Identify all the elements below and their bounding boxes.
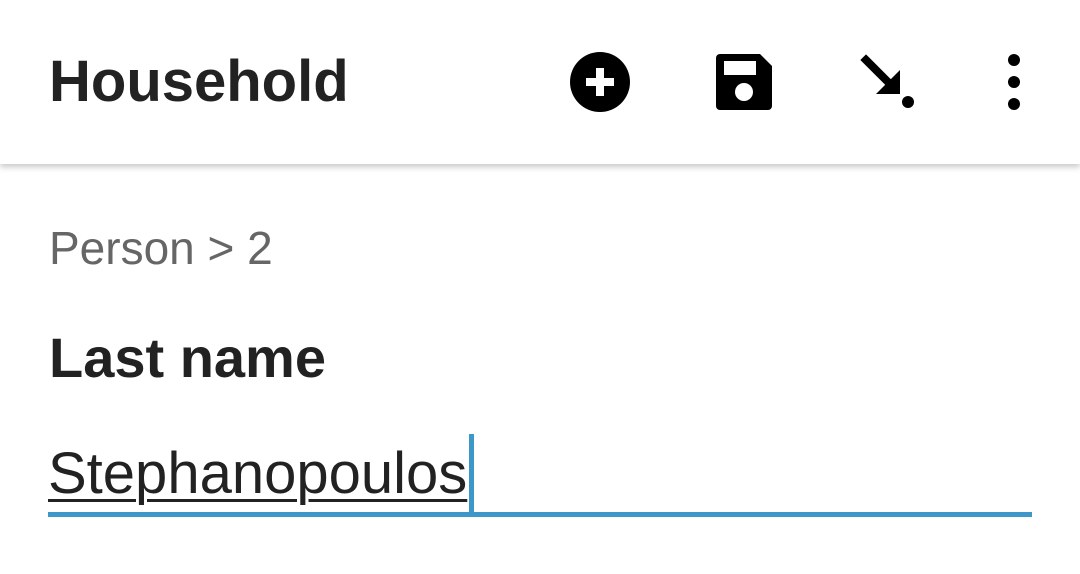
add-button[interactable] — [562, 44, 638, 120]
last-name-field[interactable]: Stephanopoulos — [48, 422, 1032, 518]
app-screen: Household Person > 2 Last name Stephanop… — [0, 0, 1080, 574]
add-circle-icon — [569, 51, 631, 113]
arrow-down-right-dot-icon — [858, 52, 918, 112]
save-button[interactable] — [706, 44, 782, 120]
text-cursor — [469, 434, 475, 514]
form-content: Person > 2 Last name Stephanopoulos — [0, 164, 1080, 574]
toolbar: Household — [0, 0, 1080, 164]
more-vert-icon — [1004, 54, 1024, 110]
save-icon — [716, 54, 772, 110]
field-underline — [48, 512, 1032, 517]
breadcrumb: Person > 2 — [49, 222, 273, 274]
toolbar-title: Household — [49, 49, 349, 114]
more-options-button[interactable] — [976, 44, 1052, 120]
last-name-input[interactable]: Stephanopoulos — [48, 434, 475, 514]
last-name-value: Stephanopoulos — [48, 441, 468, 506]
jump-to-button[interactable] — [850, 44, 926, 120]
field-label: Last name — [49, 326, 326, 389]
